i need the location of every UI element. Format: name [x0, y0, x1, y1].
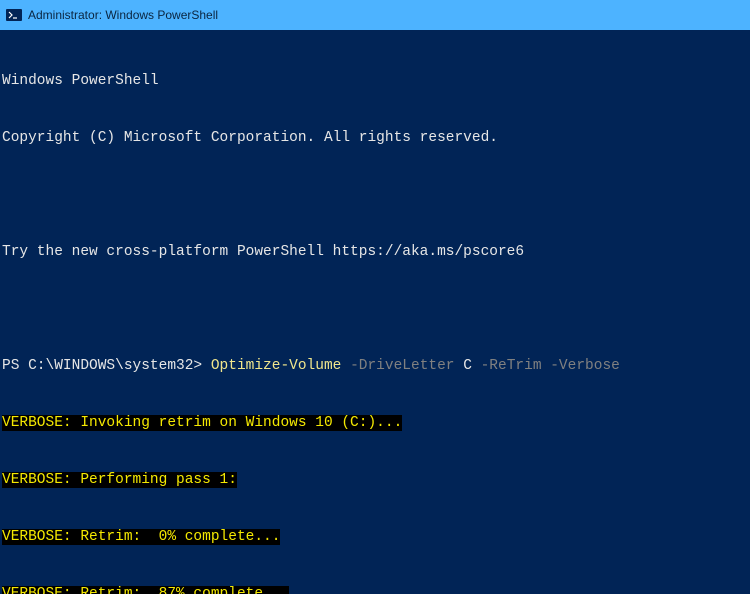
verbose-output: VERBOSE: Retrim: 87% complete... [2, 585, 748, 594]
cmdlet-name: Optimize-Volume [211, 358, 342, 374]
blank-line [2, 186, 748, 205]
window-title: Administrator: Windows PowerShell [28, 8, 218, 22]
param-retrim: -ReTrim [481, 358, 542, 374]
prompt-line-1: PS C:\WINDOWS\system32> Optimize-Volume … [2, 357, 748, 376]
terminal-body[interactable]: Windows PowerShell Copyright (C) Microso… [0, 30, 750, 594]
arg-drive: C [463, 358, 472, 374]
header-line-2: Copyright (C) Microsoft Corporation. All… [2, 129, 748, 148]
powershell-window: Administrator: Windows PowerShell Window… [0, 0, 750, 594]
param-driveletter: -DriveLetter [350, 358, 454, 374]
header-line-3: Try the new cross-platform PowerShell ht… [2, 243, 748, 262]
blank-line [2, 300, 748, 319]
verbose-output: VERBOSE: Performing pass 1: [2, 471, 748, 490]
verbose-output: VERBOSE: Retrim: 0% complete... [2, 528, 748, 547]
param-verbose: -Verbose [550, 358, 620, 374]
verbose-output: VERBOSE: Invoking retrim on Windows 10 (… [2, 414, 748, 433]
powershell-icon [6, 7, 22, 23]
title-bar[interactable]: Administrator: Windows PowerShell [0, 0, 750, 30]
header-line-1: Windows PowerShell [2, 72, 748, 91]
prompt-path: PS C:\WINDOWS\system32> [2, 358, 211, 374]
